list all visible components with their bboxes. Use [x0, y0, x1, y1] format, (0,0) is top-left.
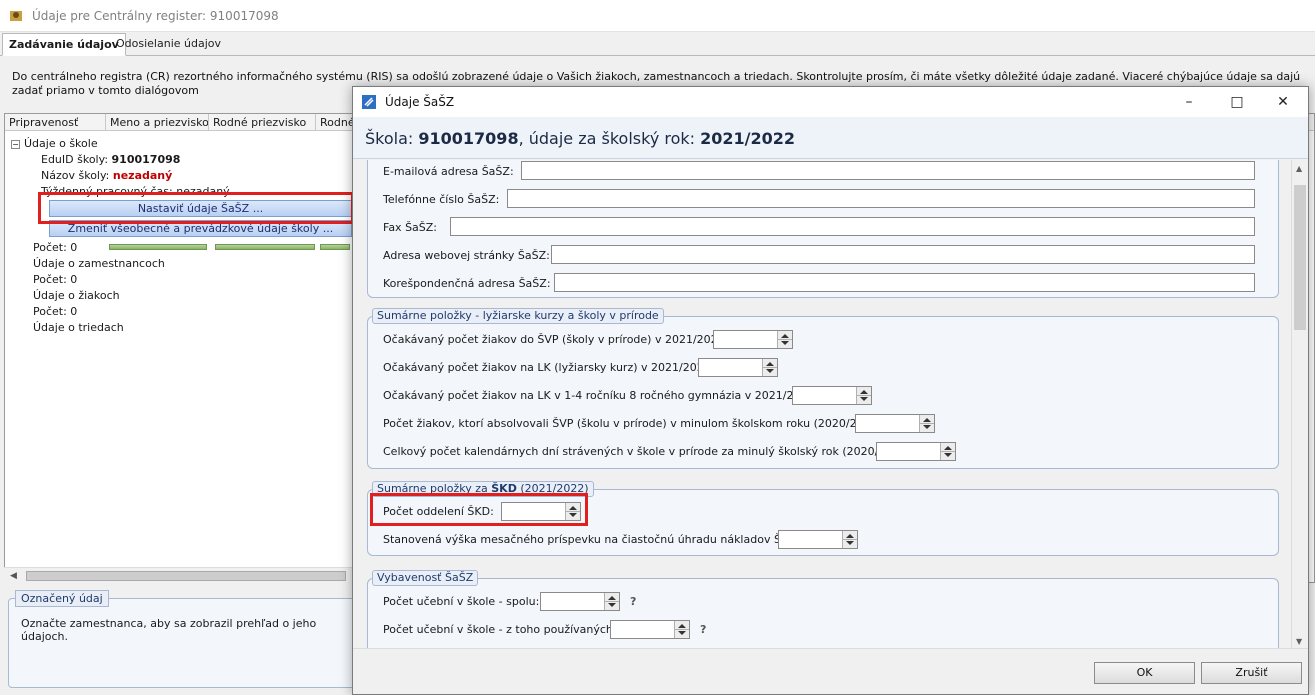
- spin-buttons[interactable]: [674, 621, 689, 638]
- collapse-icon[interactable]: −: [11, 139, 20, 149]
- header-school-year: 2021/2022: [700, 129, 796, 148]
- close-icon[interactable]: ✕: [1260, 87, 1306, 117]
- spin-buttons[interactable]: [842, 531, 857, 548]
- equipment-f2-label: Počet učební v škole - z toho používanýc…: [383, 623, 617, 636]
- address-label: Korešpondenčná adresa ŠaŠZ:: [383, 277, 551, 290]
- dialog-app-icon: [362, 95, 376, 109]
- header-school-id: 910017098: [418, 129, 519, 148]
- progress-bar: [215, 244, 315, 250]
- dialog-vertical-scrollbar[interactable]: ▲ ▼: [1291, 160, 1308, 650]
- main-titlebar: Údaje pre Centrálny register: 910017098: [0, 0, 1315, 32]
- tab-odosielanie[interactable]: Odosielanie údajov: [110, 33, 227, 56]
- count-label: Počet: 0: [33, 273, 78, 286]
- dialog-header: Škola: 910017098, údaje za školský rok: …: [353, 117, 1308, 159]
- fax-label: Fax ŠaŠZ:: [383, 221, 438, 234]
- horizontal-scrollbar[interactable]: ◀: [4, 567, 354, 584]
- main-window-title: Údaje pre Centrálny register: 910017098: [32, 8, 279, 23]
- highlight-skd-departments: [370, 493, 588, 526]
- ok-button[interactable]: OK: [1094, 662, 1195, 684]
- tree-view: − Údaje o škole EduID školy: 910017098 Ná…: [11, 136, 351, 200]
- tree-node-school[interactable]: − Údaje o škole: [11, 136, 351, 152]
- spin-buttons[interactable]: [762, 359, 777, 376]
- spin-buttons[interactable]: [777, 331, 792, 348]
- equipment-f1-label: Počet učební v škole - spolu:: [383, 595, 540, 608]
- courses-f4-stepper[interactable]: [855, 414, 935, 433]
- spin-buttons[interactable]: [856, 387, 871, 404]
- phone-label: Telefónne číslo ŠaŠZ:: [383, 193, 500, 206]
- tree-row-eduid[interactable]: EduID školy: 910017098: [11, 152, 351, 168]
- minimize-icon[interactable]: –: [1166, 87, 1212, 117]
- column-header-meno[interactable]: Meno a priezvisko: [106, 114, 209, 130]
- school-name-value: nezadaný: [112, 169, 173, 182]
- email-input[interactable]: [521, 161, 1255, 180]
- courses-f1-stepper[interactable]: [713, 330, 793, 349]
- tree-node-classes[interactable]: Údaje o triedach: [33, 320, 165, 336]
- address-input[interactable]: [554, 273, 1255, 292]
- email-label: E-mailová adresa ŠaŠZ:: [383, 165, 514, 178]
- dialog-scroll-content[interactable]: E-mailová adresa ŠaŠZ: Telefónne číslo Š…: [353, 160, 1291, 650]
- courses-f2-label: Očakávaný počet žiakov na LK (lyžiarsky …: [383, 361, 715, 374]
- column-header-rodne-priezvisko[interactable]: Rodné priezvisko: [209, 114, 316, 130]
- web-label: Adresa webovej stránky ŠaŠZ:: [383, 249, 550, 262]
- header-middle: , údaje za školský rok:: [518, 129, 701, 148]
- courses-f5-stepper[interactable]: [876, 442, 956, 461]
- courses-f5-label: Celkový počet kalendárnych dní strávenýc…: [383, 445, 915, 458]
- sasz-dialog: Údaje ŠaŠZ – □ ✕ Škola: 910017098, údaje…: [352, 86, 1309, 695]
- courses-f2-stepper[interactable]: [698, 358, 778, 377]
- highlight-set-sasz: [38, 192, 354, 224]
- scrollbar-thumb[interactable]: [26, 571, 346, 581]
- web-input[interactable]: [551, 245, 1255, 264]
- tree-row-school-name[interactable]: Názov školy: nezadaný: [11, 168, 351, 184]
- selected-item-panel: Označený údaj Označte zamestnanca, aby s…: [8, 590, 358, 688]
- classrooms-total-stepper[interactable]: [540, 592, 620, 611]
- phone-input[interactable]: [507, 189, 1255, 208]
- tree-lower-section: Počet: 0 Údaje o zamestnancoch Počet: 0 …: [33, 240, 165, 336]
- selected-item-text: Označte zamestnanca, aby sa zobrazil pre…: [21, 617, 317, 643]
- skd-contribution-stepper[interactable]: [778, 530, 858, 549]
- equipment-legend: Vybavenosť ŠaŠZ: [372, 570, 479, 586]
- scroll-down-icon[interactable]: ▼: [1296, 637, 1302, 646]
- dialog-titlebar: Údaje ŠaŠZ – □ ✕: [353, 87, 1308, 117]
- app-icon: [10, 10, 22, 21]
- spin-buttons[interactable]: [919, 415, 934, 432]
- maximize-icon[interactable]: □: [1214, 87, 1260, 117]
- group-equipment: Vybavenosť ŠaŠZ Počet učební v škole - s…: [367, 570, 1279, 650]
- courses-f3-stepper[interactable]: [792, 386, 872, 405]
- count-label: Počet: 0: [33, 305, 78, 318]
- eduid-value: 910017098: [111, 153, 181, 166]
- scroll-up-icon[interactable]: ▲: [1296, 164, 1302, 173]
- help-icon[interactable]: ?: [700, 623, 706, 636]
- selected-item-legend: Označený údaj: [15, 590, 109, 607]
- courses-legend: Sumárne položky - lyžiarske kurzy a škol…: [372, 308, 664, 324]
- courses-f3-label: Očakávaný počet žiakov na LK v 1-4 roční…: [383, 389, 819, 402]
- column-header-pripravenost[interactable]: Pripravenosť: [5, 114, 106, 130]
- school-name-label: Názov školy:: [41, 169, 110, 182]
- tree-node-employees[interactable]: Údaje o zamestnancoch: [33, 256, 165, 272]
- cancel-button[interactable]: Zrušiť: [1201, 662, 1302, 684]
- group-contact: E-mailová adresa ŠaŠZ: Telefónne číslo Š…: [367, 160, 1279, 298]
- spin-buttons[interactable]: [940, 443, 955, 460]
- scroll-left-icon[interactable]: ◀: [10, 571, 17, 581]
- classrooms-used-stepper[interactable]: [610, 620, 690, 639]
- tree-node-school-label: Údaje o škole: [24, 137, 98, 150]
- count-label: Počet: 0: [33, 241, 78, 254]
- group-courses: Sumárne položky - lyžiarske kurzy a škol…: [367, 308, 1279, 469]
- courses-f1-label: Očakávaný počet žiakov do ŠVP (školy v p…: [383, 333, 729, 346]
- tree-node-pupils[interactable]: Údaje o žiakoch: [33, 288, 165, 304]
- dialog-title: Údaje ŠaŠZ: [385, 95, 455, 109]
- scrollbar-thumb[interactable]: [1294, 185, 1306, 330]
- fax-input[interactable]: [450, 217, 1255, 236]
- help-icon[interactable]: ?: [630, 595, 636, 608]
- tab-bar: Zadávanie údajov Odosielanie údajov: [0, 32, 1315, 56]
- skd-f2-label: Stanovená výška mesačného príspevku na č…: [383, 533, 801, 546]
- courses-f4-label: Počet žiakov, ktorí absolvovali ŠVP (ško…: [383, 417, 886, 430]
- eduid-label: EduID školy:: [41, 153, 109, 166]
- header-prefix: Škola:: [365, 129, 419, 148]
- progress-bar: [320, 244, 350, 250]
- dialog-footer: OK Zrušiť: [353, 648, 1308, 694]
- tab-zadavanie[interactable]: Zadávanie údajov: [2, 33, 126, 56]
- spin-buttons[interactable]: [604, 593, 619, 610]
